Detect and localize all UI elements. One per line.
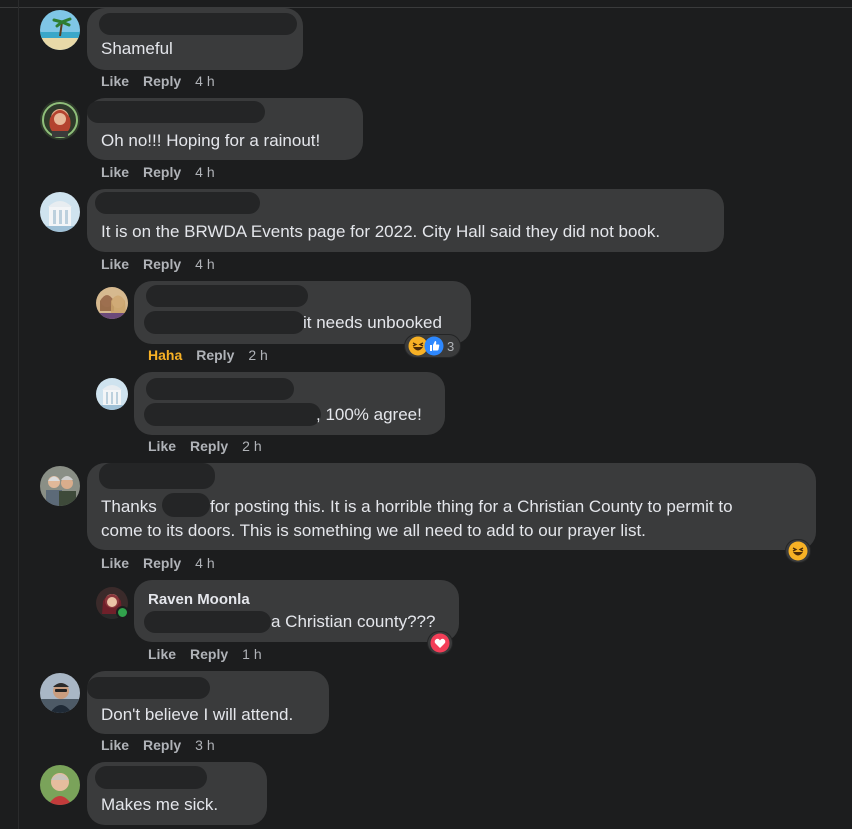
- avatar[interactable]: [96, 287, 128, 319]
- timestamp[interactable]: 4 h: [195, 164, 214, 180]
- left-border: [18, 0, 19, 829]
- timestamp[interactable]: 3 h: [195, 737, 214, 753]
- reply-actions: Like Reply 1 h: [148, 646, 276, 662]
- like-button[interactable]: Like: [148, 438, 176, 454]
- redacted-text: [144, 403, 321, 426]
- timestamp[interactable]: 4 h: [195, 555, 214, 571]
- comment-text-line1a: Thanks: [101, 497, 157, 516]
- comment-actions: Like Reply 4 h: [101, 73, 229, 89]
- comment-actions: Like Reply 4 h: [101, 164, 229, 180]
- redacted-name: [87, 101, 265, 123]
- like-button[interactable]: Like: [101, 256, 129, 272]
- redacted-text: [144, 611, 271, 633]
- author-name[interactable]: Raven Moonla: [148, 591, 250, 608]
- comment-text: Makes me sick.: [101, 795, 219, 814]
- reply-button[interactable]: Reply: [143, 256, 181, 272]
- redacted-name: [95, 766, 207, 789]
- reaction-count: 3: [447, 338, 455, 354]
- reply-text: it needs unbooked: [303, 313, 442, 332]
- reply-button[interactable]: Reply: [143, 164, 181, 180]
- haha-emoji-icon: [788, 541, 808, 561]
- redacted-name: [146, 285, 308, 307]
- love-heart-icon: [430, 633, 450, 653]
- like-button[interactable]: Like: [148, 646, 176, 662]
- redacted-name: [99, 463, 215, 489]
- reply-text: , 100% agree!: [316, 405, 422, 424]
- comment-text-line1b: for posting this. It is a horrible thing…: [210, 497, 733, 516]
- comment-text-line2: come to its doors. This is something we …: [101, 521, 646, 540]
- comment-text: Shameful: [101, 39, 173, 58]
- avatar[interactable]: [40, 10, 80, 50]
- avatar[interactable]: [40, 765, 80, 805]
- haha-button[interactable]: Haha: [148, 347, 182, 363]
- reply-button[interactable]: Reply: [190, 646, 228, 662]
- comment-text: Don't believe I will attend.: [101, 705, 294, 724]
- timestamp[interactable]: 2 h: [248, 347, 267, 363]
- comment-actions: Like Reply 4 h: [101, 256, 229, 272]
- timestamp[interactable]: 4 h: [195, 256, 214, 272]
- reply-button[interactable]: Reply: [143, 73, 181, 89]
- like-button[interactable]: Like: [101, 737, 129, 753]
- like-button[interactable]: Like: [101, 73, 129, 89]
- timestamp[interactable]: 4 h: [195, 73, 214, 89]
- redacted-text: [144, 311, 305, 334]
- reply-actions: Haha Reply 2 h: [148, 347, 282, 363]
- like-button[interactable]: Like: [101, 555, 129, 571]
- online-status-dot: [116, 606, 129, 619]
- avatar[interactable]: [40, 673, 80, 713]
- reply-text: a Christian county???: [271, 612, 436, 631]
- avatar[interactable]: [40, 192, 80, 232]
- redacted-name: [87, 677, 210, 699]
- comment-actions: Like Reply 4 h: [101, 555, 229, 571]
- reply-button[interactable]: Reply: [143, 737, 181, 753]
- reaction-summary[interactable]: [786, 540, 810, 562]
- timestamp[interactable]: 2 h: [242, 438, 261, 454]
- redacted-name: [146, 378, 294, 400]
- like-thumb-icon: [424, 336, 444, 356]
- avatar[interactable]: [96, 378, 128, 410]
- timestamp[interactable]: 1 h: [242, 646, 261, 662]
- reply-button[interactable]: Reply: [190, 438, 228, 454]
- reaction-summary[interactable]: [428, 632, 452, 654]
- reaction-summary[interactable]: 3: [405, 335, 461, 357]
- comment-text: Oh no!!! Hoping for a rainout!: [101, 131, 321, 150]
- avatar[interactable]: [40, 466, 80, 506]
- like-button[interactable]: Like: [101, 164, 129, 180]
- reply-actions: Like Reply 2 h: [148, 438, 276, 454]
- redacted-name: [95, 192, 260, 214]
- reply-button[interactable]: Reply: [143, 555, 181, 571]
- redacted-name: [99, 13, 297, 35]
- avatar[interactable]: [40, 100, 80, 140]
- reply-button[interactable]: Reply: [196, 347, 234, 363]
- comment-actions: Like Reply 3 h: [101, 737, 229, 753]
- comment-text: It is on the BRWDA Events page for 2022.…: [101, 222, 661, 241]
- redacted-mention: [162, 493, 210, 517]
